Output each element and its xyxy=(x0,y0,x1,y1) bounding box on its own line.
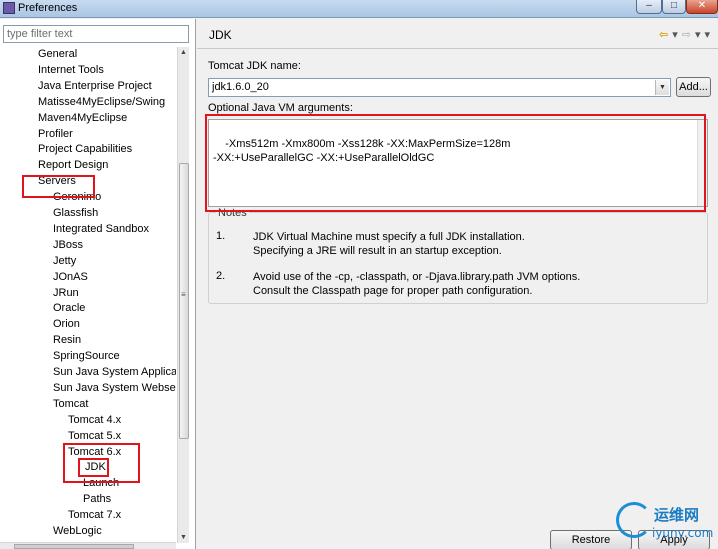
vm-args-label: Optional Java VM arguments: xyxy=(208,102,353,114)
chevron-down-icon[interactable]: ▼ xyxy=(655,80,669,95)
note-text: Avoid use of the -cp, -classpath, or -Dj… xyxy=(253,271,581,297)
close-button[interactable]: ✕ xyxy=(686,0,718,14)
tree-item[interactable]: Tomcat 7.x xyxy=(68,507,121,523)
tree-item[interactable]: SpringSource xyxy=(53,348,120,364)
tree-item[interactable]: Launch xyxy=(83,475,119,491)
tree-item[interactable]: Servers xyxy=(38,173,76,189)
note-text: JDK Virtual Machine must specify a full … xyxy=(253,231,525,257)
maximize-button[interactable]: □ xyxy=(662,0,686,14)
back-arrow-icon[interactable]: ⇦ xyxy=(659,28,668,41)
jdk-preference-page: JDK ⇦ ▾ ⇨ ▾ ▾ Tomcat JDK name: jdk1.6.0_… xyxy=(197,19,718,549)
watermark-swirl-icon xyxy=(616,502,652,538)
notes-title: Notes xyxy=(216,207,249,219)
hscroll-thumb[interactable] xyxy=(14,544,134,549)
minimize-button[interactable]: – xyxy=(636,0,662,14)
tree-item[interactable]: Glassfish xyxy=(53,205,98,221)
tree-item[interactable]: Geronimo xyxy=(53,189,101,205)
filter-input[interactable]: type filter text xyxy=(3,25,189,43)
vm-args-scrollbar[interactable] xyxy=(697,120,707,206)
tree-item[interactable]: Sun Java System Webserve xyxy=(53,380,176,396)
scroll-up-icon[interactable]: ▲ xyxy=(180,49,187,56)
tree-item[interactable]: WebLogic xyxy=(53,523,102,539)
jdk-name-label: Tomcat JDK name: xyxy=(208,60,301,72)
app-icon xyxy=(3,2,15,14)
tree-item[interactable]: General xyxy=(38,47,77,62)
tree-item[interactable]: Resin xyxy=(53,332,81,348)
watermark-logo: 运维网 iyunv.com xyxy=(612,498,718,549)
vm-args-textarea[interactable]: -Xms512m -Xmx800m -Xss128k -XX:MaxPermSi… xyxy=(208,119,708,207)
tree-item[interactable]: Jetty xyxy=(53,253,76,269)
tree-item[interactable]: Tomcat 4.x xyxy=(68,412,121,428)
preferences-tree-pane: type filter text General Internet Tools Ja… xyxy=(0,19,196,549)
header-divider xyxy=(197,48,718,49)
scroll-grip-icon: ≡ xyxy=(181,290,186,299)
tree-item[interactable]: JBoss xyxy=(53,237,83,253)
scroll-down-icon[interactable]: ▼ xyxy=(180,534,187,541)
forward-arrow-icon[interactable]: ⇨ xyxy=(682,28,691,41)
vm-args-text: -Xms512m -Xmx800m -Xss128k -XX:MaxPermSi… xyxy=(213,138,511,164)
tree-item[interactable]: Internet Tools xyxy=(38,62,104,78)
tree-item[interactable]: Report Design xyxy=(38,157,108,173)
note-number: 1. xyxy=(216,230,226,242)
note-number: 2. xyxy=(216,270,226,282)
view-menu-icon[interactable]: ▾ xyxy=(704,28,710,41)
notes-group: Notes 1. JDK Virtual Machine must specif… xyxy=(208,207,708,304)
back-menu-icon[interactable]: ▾ xyxy=(672,28,678,41)
tree-item[interactable]: Integrated Sandbox xyxy=(53,221,149,237)
watermark-en: iyunv.com xyxy=(652,526,714,540)
tree-item[interactable]: Tomcat 5.x xyxy=(68,428,121,444)
tree-item[interactable]: Paths xyxy=(83,491,111,507)
tree-item[interactable]: Tomcat 6.x xyxy=(68,444,121,460)
tree-item[interactable]: JRun xyxy=(53,285,79,301)
tree-item[interactable]: Sun Java System Applicatio xyxy=(53,364,176,380)
tree-item[interactable]: Maven4MyEclipse xyxy=(38,110,127,126)
page-navigation: ⇦ ▾ ⇨ ▾ ▾ xyxy=(659,27,710,41)
forward-menu-icon[interactable]: ▾ xyxy=(695,28,701,41)
jdk-name-select[interactable]: jdk1.6.0_20 ▼ xyxy=(208,78,671,97)
add-jdk-button[interactable]: Add... xyxy=(676,77,711,97)
preferences-tree: General Internet Tools Java Enterprise Pro… xyxy=(0,47,176,543)
window-title: Preferences xyxy=(18,2,78,14)
tree-item[interactable]: Matisse4MyEclipse/Swing xyxy=(38,94,165,110)
watermark-cn: 运维网 xyxy=(654,506,700,524)
jdk-name-value: jdk1.6.0_20 xyxy=(212,81,269,93)
scroll-thumb[interactable] xyxy=(179,163,189,439)
tree-item[interactable]: Oracle xyxy=(53,300,85,316)
tree-item[interactable]: Project Capabilities xyxy=(38,141,132,157)
tree-vertical-scrollbar[interactable]: ▲ ≡ ▼ xyxy=(177,47,189,543)
title-bar: Preferences – □ ✕ xyxy=(0,0,718,18)
tree-item[interactable]: Tomcat xyxy=(53,396,88,412)
tree-item[interactable]: JOnAS xyxy=(53,269,88,285)
page-title: JDK xyxy=(209,28,232,42)
tree-horizontal-scrollbar[interactable] xyxy=(0,542,176,549)
tree-item[interactable]: Profiler xyxy=(38,126,73,142)
tree-item[interactable]: Orion xyxy=(53,316,80,332)
tree-item[interactable]: Java Enterprise Project xyxy=(38,78,152,94)
tree-item[interactable]: JDK xyxy=(83,459,108,476)
